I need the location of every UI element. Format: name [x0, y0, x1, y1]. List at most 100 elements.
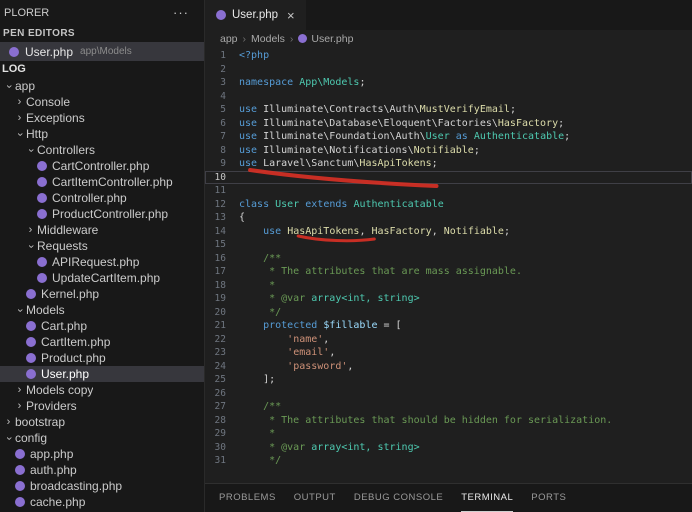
line-number[interactable]: 15	[205, 239, 239, 250]
tree-file-user-php[interactable]: User.php	[0, 366, 204, 382]
panel-tab-debug-console[interactable]: DEBUG CONSOLE	[354, 484, 443, 512]
tree-folder-console[interactable]: › Console	[0, 94, 204, 110]
line-number[interactable]: 11	[205, 185, 239, 196]
tree-file-cache-php[interactable]: cache.php	[0, 494, 204, 510]
panel-tab-terminal[interactable]: TERMINAL	[461, 484, 514, 512]
code-line-8[interactable]: 8 use Illuminate\Notifications\Notifiable…	[205, 144, 692, 158]
tree-file-apirequest-php[interactable]: APIRequest.php	[0, 254, 204, 270]
tree-folder-requests[interactable]: › Requests	[0, 238, 204, 254]
code-line-21[interactable]: 21 protected $fillable = [	[205, 319, 692, 333]
line-number[interactable]: 21	[205, 320, 239, 331]
line-number[interactable]: 29	[205, 428, 239, 439]
line-number[interactable]: 5	[205, 104, 239, 115]
code-line-1[interactable]: 1 <?php	[205, 49, 692, 63]
line-number[interactable]: 8	[205, 145, 239, 156]
line-number[interactable]: 9	[205, 158, 239, 169]
code-line-15[interactable]: 15	[205, 238, 692, 252]
line-number[interactable]: 19	[205, 293, 239, 304]
code-line-25[interactable]: 25 ];	[205, 373, 692, 387]
tree-folder-middleware[interactable]: › Middleware	[0, 222, 204, 238]
more-actions-icon[interactable]: ···	[173, 5, 189, 20]
line-number[interactable]: 10	[205, 172, 239, 183]
line-number[interactable]: 13	[205, 212, 239, 223]
code-line-26[interactable]: 26	[205, 387, 692, 401]
line-number[interactable]: 25	[205, 374, 239, 385]
tree-file-kernel-php[interactable]: Kernel.php	[0, 286, 204, 302]
panel-tab-output[interactable]: OUTPUT	[294, 484, 336, 512]
line-number[interactable]: 12	[205, 199, 239, 210]
line-number[interactable]: 3	[205, 77, 239, 88]
breadcrumb-item-app[interactable]: app	[220, 33, 238, 45]
code-line-9[interactable]: 9 use Laravel\Sanctum\HasApiTokens;	[205, 157, 692, 171]
tree-file-app-php[interactable]: app.php	[0, 446, 204, 462]
code-line-7[interactable]: 7 use Illuminate\Foundation\Auth\User as …	[205, 130, 692, 144]
tree-file-updatecartitem-php[interactable]: UpdateCartItem.php	[0, 270, 204, 286]
tree-file-cartitem-php[interactable]: CartItem.php	[0, 334, 204, 350]
code-line-4[interactable]: 4	[205, 90, 692, 104]
line-number[interactable]: 4	[205, 91, 239, 102]
line-number[interactable]: 22	[205, 334, 239, 345]
panel-tab-ports[interactable]: PORTS	[531, 484, 566, 512]
line-number[interactable]: 2	[205, 64, 239, 75]
code-line-5[interactable]: 5 use Illuminate\Contracts\Auth\MustVerif…	[205, 103, 692, 117]
tree-folder-bootstrap[interactable]: › bootstrap	[0, 414, 204, 430]
code-line-14[interactable]: 14 use HasApiTokens, HasFactory, Notifia…	[205, 225, 692, 239]
breadcrumb-item-user-php[interactable]: User.php	[298, 33, 353, 45]
tree-file-product-php[interactable]: Product.php	[0, 350, 204, 366]
line-number[interactable]: 31	[205, 455, 239, 466]
tree-file-cart-php[interactable]: Cart.php	[0, 318, 204, 334]
tree-file-controller-php[interactable]: Controller.php	[0, 190, 204, 206]
line-number[interactable]: 27	[205, 401, 239, 412]
tree-folder-models-copy[interactable]: › Models copy	[0, 382, 204, 398]
code-line-20[interactable]: 20 */	[205, 306, 692, 320]
breadcrumb-item-models[interactable]: Models	[251, 33, 285, 45]
panel-tab-problems[interactable]: PROBLEMS	[219, 484, 276, 512]
code-line-16[interactable]: 16 /**	[205, 252, 692, 266]
tree-folder-exceptions[interactable]: › Exceptions	[0, 110, 204, 126]
line-number[interactable]: 30	[205, 442, 239, 453]
line-number[interactable]: 6	[205, 118, 239, 129]
tree-folder-providers[interactable]: › Providers	[0, 398, 204, 414]
code-line-22[interactable]: 22 'name',	[205, 333, 692, 347]
code-line-11[interactable]: 11	[205, 184, 692, 198]
tree-folder-app[interactable]: › app	[0, 78, 204, 94]
code-line-19[interactable]: 19 * @var array<int, string>	[205, 292, 692, 306]
line-number[interactable]: 28	[205, 415, 239, 426]
code-line-18[interactable]: 18 *	[205, 279, 692, 293]
line-number[interactable]: 1	[205, 50, 239, 61]
line-number[interactable]: 17	[205, 266, 239, 277]
code-line-24[interactable]: 24 'password',	[205, 360, 692, 374]
code-line-28[interactable]: 28 * The attributes that should be hidde…	[205, 414, 692, 428]
code-line-12[interactable]: 12 class User extends Authenticatable	[205, 198, 692, 212]
line-number[interactable]: 14	[205, 226, 239, 237]
close-tab-icon[interactable]: ×	[287, 9, 295, 22]
tree-folder-http[interactable]: › Http	[0, 126, 204, 142]
code-line-3[interactable]: 3 namespace App\Models;	[205, 76, 692, 90]
tree-folder-models[interactable]: › Models	[0, 302, 204, 318]
open-editors-section-header[interactable]: PEN EDITORS	[0, 25, 204, 42]
code-line-23[interactable]: 23 'email',	[205, 346, 692, 360]
workspace-folder-header[interactable]: LOG	[0, 61, 204, 78]
line-number[interactable]: 7	[205, 131, 239, 142]
code-line-2[interactable]: 2	[205, 63, 692, 77]
line-number[interactable]: 16	[205, 253, 239, 264]
line-number[interactable]: 26	[205, 388, 239, 399]
tab-user-php[interactable]: User.php ×	[205, 0, 306, 30]
code-line-27[interactable]: 27 /**	[205, 400, 692, 414]
tree-file-cartitemcontroller-php[interactable]: CartItemController.php	[0, 174, 204, 190]
tree-folder-config[interactable]: › config	[0, 430, 204, 446]
tree-file-broadcasting-php[interactable]: broadcasting.php	[0, 478, 204, 494]
tree-folder-controllers[interactable]: › Controllers	[0, 142, 204, 158]
code-line-10[interactable]: 10	[205, 171, 692, 185]
tree-file-productcontroller-php[interactable]: ProductController.php	[0, 206, 204, 222]
line-number[interactable]: 18	[205, 280, 239, 291]
code-line-30[interactable]: 30 * @var array<int, string>	[205, 441, 692, 455]
code-line-31[interactable]: 31 */	[205, 454, 692, 468]
open-editor-item-user-php[interactable]: User.php app\Models	[0, 42, 204, 61]
code-line-17[interactable]: 17 * The attributes that are mass assign…	[205, 265, 692, 279]
tree-file-auth-php[interactable]: auth.php	[0, 462, 204, 478]
code-line-29[interactable]: 29 *	[205, 427, 692, 441]
code-line-13[interactable]: 13{	[205, 211, 692, 225]
line-number[interactable]: 23	[205, 347, 239, 358]
line-number[interactable]: 20	[205, 307, 239, 318]
